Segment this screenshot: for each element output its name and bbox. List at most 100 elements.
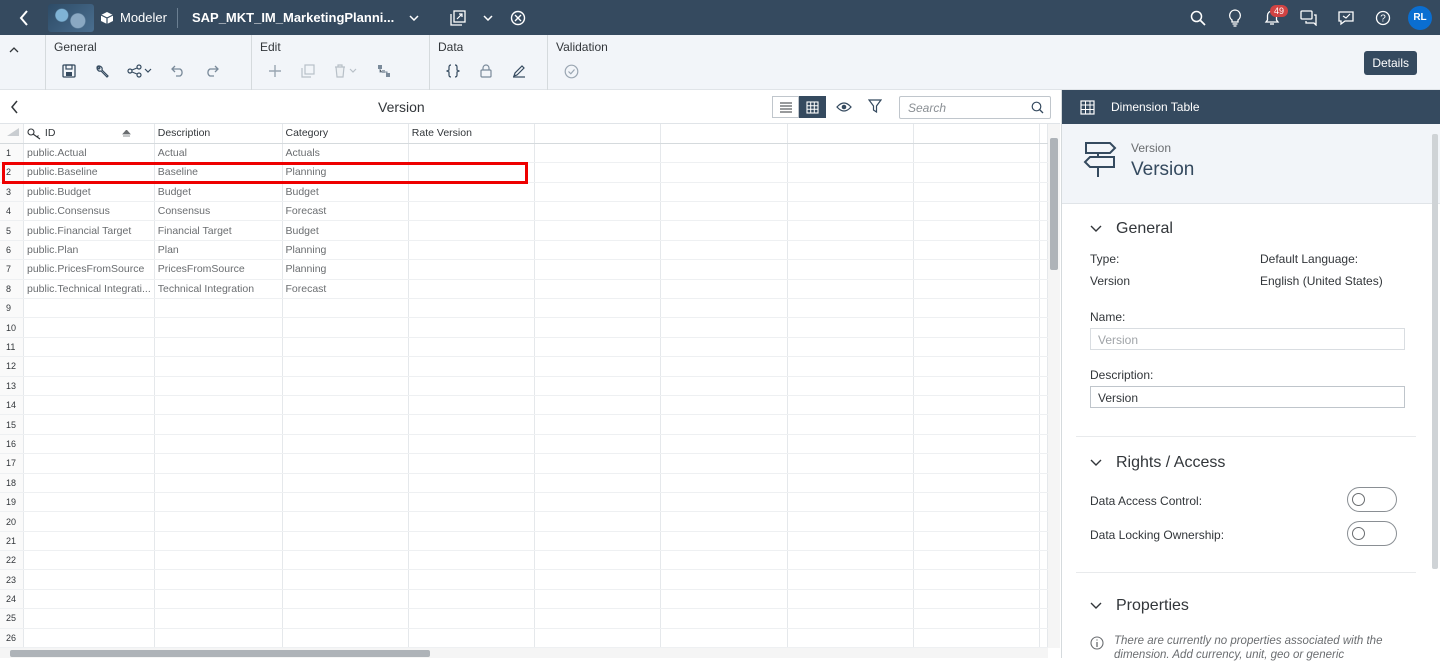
hierarchy-icon[interactable] bbox=[373, 61, 395, 81]
validate-icon[interactable] bbox=[560, 61, 582, 81]
collapse-toolbar-icon[interactable] bbox=[8, 41, 24, 57]
id-cell[interactable]: public.Baseline bbox=[23, 162, 155, 183]
description-cell[interactable]: Budget bbox=[154, 182, 283, 203]
rate-version-cell[interactable] bbox=[408, 220, 536, 241]
table-row[interactable]: 6 public.Plan Plan Planning bbox=[0, 240, 1048, 261]
id-cell[interactable]: public.Financial Target bbox=[23, 220, 155, 241]
category-cell[interactable]: Actuals bbox=[282, 143, 409, 164]
description-cell[interactable]: Plan bbox=[154, 240, 283, 261]
description-cell[interactable]: Financial Target bbox=[154, 220, 283, 241]
id-cell[interactable]: public.Consensus bbox=[23, 201, 155, 222]
rate-version-cell[interactable] bbox=[408, 182, 536, 203]
sort-icon[interactable] bbox=[122, 128, 132, 138]
close-circle-icon[interactable] bbox=[506, 6, 530, 30]
id-cell[interactable]: public.Technical Integrati... bbox=[23, 279, 155, 300]
chevron-down-icon[interactable] bbox=[476, 6, 500, 30]
table-row[interactable]: 11 bbox=[0, 337, 1048, 358]
table-row[interactable]: 16 bbox=[0, 434, 1048, 455]
chevron-down-icon[interactable] bbox=[402, 6, 426, 30]
model-name[interactable]: SAP_MKT_IM_MarketingPlanni... bbox=[192, 10, 394, 25]
table-row[interactable]: 18 bbox=[0, 473, 1048, 493]
table-row[interactable]: 26 bbox=[0, 628, 1048, 648]
table-row[interactable]: 25 bbox=[0, 608, 1048, 629]
corner-cell[interactable] bbox=[0, 124, 24, 144]
category-cell[interactable]: Budget bbox=[282, 182, 409, 203]
id-cell[interactable]: public.Actual bbox=[23, 143, 155, 164]
category-cell[interactable]: Planning bbox=[282, 240, 409, 261]
app-logo[interactable] bbox=[48, 3, 94, 32]
back-icon[interactable] bbox=[10, 100, 19, 119]
user-avatar[interactable]: RL bbox=[1408, 5, 1432, 30]
search-input[interactable]: Search bbox=[899, 96, 1051, 119]
table-row[interactable]: 13 bbox=[0, 376, 1048, 396]
scrollbar-thumb[interactable] bbox=[10, 650, 430, 657]
redo-icon[interactable] bbox=[200, 61, 222, 81]
table-row[interactable]: 9 bbox=[0, 298, 1048, 319]
table-row[interactable]: 19 bbox=[0, 492, 1048, 513]
category-cell[interactable]: Planning bbox=[282, 259, 409, 280]
rate-version-cell[interactable] bbox=[408, 201, 536, 222]
table-row[interactable]: 15 bbox=[0, 414, 1048, 435]
description-cell[interactable]: PricesFromSource bbox=[154, 259, 283, 280]
category-cell[interactable]: Budget bbox=[282, 220, 409, 241]
description-cell[interactable]: Baseline bbox=[154, 162, 283, 183]
table-row[interactable]: 22 bbox=[0, 550, 1048, 571]
rate-version-cell[interactable] bbox=[408, 143, 536, 164]
back-button[interactable] bbox=[0, 0, 48, 35]
list-view-icon[interactable] bbox=[772, 96, 799, 118]
table-row[interactable]: 2 public.Baseline Baseline Planning bbox=[0, 162, 1048, 183]
edit-icon[interactable] bbox=[508, 61, 530, 81]
table-row[interactable]: 17 bbox=[0, 453, 1048, 474]
description-cell[interactable]: Actual bbox=[154, 143, 283, 164]
column-header-rate-version[interactable]: Rate Version bbox=[408, 124, 536, 144]
description-cell[interactable]: Technical Integration bbox=[154, 279, 283, 300]
panel-scrollbar[interactable] bbox=[1432, 134, 1438, 569]
category-cell[interactable]: Forecast bbox=[282, 279, 409, 300]
table-row[interactable]: 1 public.Actual Actual Actuals bbox=[0, 143, 1048, 164]
table-row[interactable]: 7 public.PricesFromSource PricesFromSource… bbox=[0, 259, 1048, 280]
category-cell[interactable]: Planning bbox=[282, 162, 409, 183]
app-switcher[interactable]: Modeler bbox=[100, 10, 167, 25]
search-icon[interactable] bbox=[1186, 6, 1210, 30]
column-header-description[interactable]: Description bbox=[154, 124, 283, 144]
table-row[interactable]: 10 bbox=[0, 317, 1048, 338]
id-cell[interactable]: public.PricesFromSource bbox=[23, 259, 155, 280]
wrench-icon[interactable] bbox=[91, 61, 113, 81]
horizontal-scrollbar[interactable] bbox=[0, 648, 1048, 658]
id-cell[interactable]: public.Plan bbox=[23, 240, 155, 261]
rate-version-cell[interactable] bbox=[408, 279, 536, 300]
share-icon[interactable] bbox=[124, 61, 156, 81]
filter-icon[interactable] bbox=[867, 99, 883, 118]
table-row[interactable]: 5 public.Financial Target Financial Target… bbox=[0, 220, 1048, 241]
lightbulb-icon[interactable] bbox=[1223, 6, 1247, 30]
description-cell[interactable]: Consensus bbox=[154, 201, 283, 222]
table-row[interactable]: 14 bbox=[0, 395, 1048, 416]
name-field[interactable]: Version bbox=[1090, 328, 1405, 350]
table-row[interactable]: 4 public.Consensus Consensus Forecast bbox=[0, 201, 1048, 222]
description-field[interactable]: Version bbox=[1090, 386, 1405, 408]
table-row[interactable]: 23 bbox=[0, 569, 1048, 590]
lock-icon[interactable] bbox=[475, 61, 497, 81]
rate-version-cell[interactable] bbox=[408, 240, 536, 261]
scrollbar-thumb[interactable] bbox=[1050, 138, 1058, 270]
section-general[interactable]: General bbox=[1090, 220, 1173, 238]
vertical-scrollbar[interactable] bbox=[1048, 124, 1060, 648]
details-button[interactable]: Details bbox=[1364, 51, 1417, 75]
column-header-id[interactable]: ID bbox=[23, 124, 155, 144]
help-icon[interactable]: ? bbox=[1371, 6, 1395, 30]
section-properties[interactable]: Properties bbox=[1090, 597, 1189, 615]
rate-version-cell[interactable] bbox=[408, 162, 536, 183]
copy-icon[interactable] bbox=[297, 61, 319, 81]
add-icon[interactable] bbox=[264, 61, 286, 81]
chat-icon[interactable] bbox=[1297, 6, 1321, 30]
table-row[interactable]: 8 public.Technical Integrati... Technical … bbox=[0, 279, 1048, 300]
rate-version-cell[interactable] bbox=[408, 259, 536, 280]
eye-icon[interactable] bbox=[836, 100, 852, 118]
table-row[interactable]: 24 bbox=[0, 589, 1048, 610]
copy-window-icon[interactable] bbox=[446, 6, 470, 30]
table-row[interactable]: 21 bbox=[0, 531, 1048, 552]
category-cell[interactable]: Forecast bbox=[282, 201, 409, 222]
undo-icon[interactable] bbox=[167, 61, 189, 81]
formula-icon[interactable] bbox=[442, 61, 464, 81]
column-header-category[interactable]: Category bbox=[282, 124, 409, 144]
